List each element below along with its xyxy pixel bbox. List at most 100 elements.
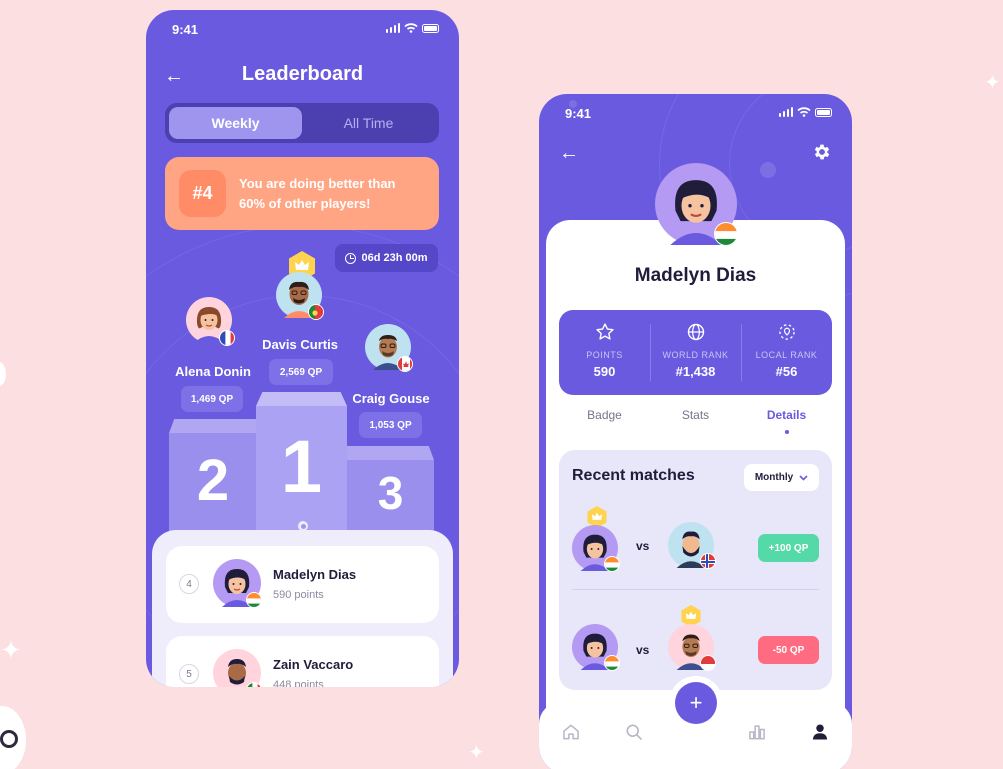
- leaderboard-screen: 9:41 ← Leaderboard Weekly All Time #4 Yo…: [146, 10, 459, 687]
- star-icon: [595, 323, 614, 340]
- timer-text: 06d 23h 00m: [361, 252, 428, 264]
- tab-all-time[interactable]: All Time: [302, 107, 435, 139]
- list-item[interactable]: 5 Zain Vaccaro 448 points: [166, 636, 439, 687]
- signal-icon: [778, 107, 793, 117]
- profile-screen: 9:41 ← Madelyn Dias POINTS 590 WORLD RAN…: [539, 94, 852, 769]
- stat-label: LOCAL RANK: [755, 350, 818, 360]
- tab-badge[interactable]: Badge: [559, 408, 650, 438]
- decorative-dot: [0, 362, 6, 386]
- period-segmented-control: Weekly All Time: [165, 103, 439, 143]
- match-row[interactable]: vs -50 QP: [572, 605, 819, 675]
- profile-avatar[interactable]: [655, 163, 738, 250]
- page-title: Leaderboard: [241, 63, 364, 85]
- podium-points-2: 1,469 QP: [181, 386, 243, 412]
- flag-canada-icon: [397, 356, 413, 372]
- flag-india-icon: [714, 222, 738, 246]
- podium-name-2: Alena Donin: [175, 364, 251, 379]
- avatar-craig-gouse[interactable]: [365, 324, 413, 372]
- home-icon[interactable]: [561, 722, 581, 742]
- avatar-alena-donin[interactable]: [186, 297, 235, 346]
- stat-points: POINTS 590: [559, 322, 650, 383]
- chevron-down-icon: [799, 474, 808, 481]
- match-result: +100 QP: [758, 534, 819, 562]
- podium-points-3: 1,053 QP: [359, 412, 422, 438]
- flag-india-icon: [604, 655, 620, 671]
- list-item[interactable]: 4 Madelyn Dias 590 points: [166, 546, 439, 623]
- stat-world-rank: WORLD RANK #1,438: [650, 322, 741, 383]
- search-icon[interactable]: [624, 722, 644, 742]
- profile-name: Madelyn Dias: [634, 265, 757, 286]
- match-row[interactable]: vs +100 QP: [572, 505, 819, 575]
- podium-top: [256, 392, 347, 406]
- profile-tabs: Badge Stats Details: [559, 408, 832, 438]
- circle-icon: [0, 730, 18, 748]
- location-icon: [778, 324, 795, 340]
- clock-icon: [345, 252, 357, 264]
- flag-france-icon: [219, 330, 235, 346]
- podium-block-1: 1: [256, 392, 347, 542]
- rank-badge: #4: [179, 170, 226, 217]
- back-arrow-icon[interactable]: ←: [559, 143, 579, 163]
- avatar-davis-curtis[interactable]: [276, 272, 324, 320]
- battery-icon: [815, 107, 832, 117]
- tab-weekly[interactable]: Weekly: [169, 107, 302, 139]
- list-name: Zain Vaccaro: [273, 657, 354, 672]
- podium-name-3: Craig Gouse: [352, 391, 430, 406]
- player-avatar: [572, 624, 620, 675]
- status-time: 9:41: [565, 106, 592, 121]
- dropdown-value: Monthly: [754, 472, 794, 483]
- vs-label: vs: [636, 643, 650, 657]
- avatar: [213, 559, 262, 612]
- period-dropdown[interactable]: Monthly: [744, 464, 819, 491]
- vs-label: vs: [636, 539, 650, 553]
- status-bar: 9:41: [146, 20, 459, 40]
- profile-icon[interactable]: [810, 722, 830, 742]
- podium-name-1: Davis Curtis: [262, 337, 338, 352]
- flag-indonesia-icon: [700, 655, 716, 671]
- add-icon: +: [689, 690, 703, 715]
- globe-icon: [687, 323, 704, 341]
- stat-local-rank: LOCAL RANK #56: [741, 322, 832, 383]
- signal-icon: [385, 23, 400, 33]
- status-time: 9:41: [172, 22, 199, 37]
- flag-portugal-icon: [308, 304, 324, 320]
- avatar: [213, 649, 262, 687]
- player-avatar: [572, 525, 620, 576]
- recent-matches-card: Recent matches Monthly vs +100 QP vs -50…: [559, 450, 832, 690]
- decorative-dot: [760, 162, 776, 178]
- opponent-avatar: [668, 522, 716, 573]
- stats-icon[interactable]: [747, 722, 767, 742]
- flag-norway-icon: [700, 553, 716, 569]
- list-points: 590 points: [273, 589, 324, 601]
- gear-icon[interactable]: [812, 142, 832, 162]
- sparkle-icon: ✦: [468, 740, 485, 764]
- stat-value: #56: [775, 364, 798, 379]
- list-points: 448 points: [273, 679, 324, 687]
- list-rank: 4: [179, 574, 199, 594]
- sheet-handle[interactable]: [298, 521, 308, 531]
- battery-icon: [422, 23, 439, 33]
- stat-label: POINTS: [586, 350, 623, 360]
- rank-card: #4 You are doing better than 60% of othe…: [165, 157, 439, 230]
- stats-panel: POINTS 590 WORLD RANK #1,438 LOCAL RANK …: [559, 310, 832, 395]
- divider: [572, 589, 819, 590]
- sparkle-icon: ✦: [984, 70, 1001, 94]
- wifi-icon: [404, 23, 418, 33]
- ranking-list: 4 Madelyn Dias 590 points 5 Zain Vaccaro…: [152, 521, 453, 687]
- podium-top: [347, 446, 434, 460]
- wifi-icon: [797, 107, 811, 117]
- floating-button[interactable]: [0, 706, 26, 769]
- stat-value: #1,438: [675, 364, 716, 379]
- stat-value: 590: [593, 364, 616, 379]
- list-name: Madelyn Dias: [273, 567, 357, 582]
- opponent-avatar: [668, 624, 716, 675]
- list-rank: 5: [179, 664, 199, 684]
- status-bar: 9:41: [539, 104, 852, 124]
- podium-points-1: 2,569 QP: [269, 359, 333, 385]
- flag-india-icon: [246, 592, 262, 608]
- sparkle-icon: ✦: [0, 636, 22, 666]
- tab-details[interactable]: Details: [741, 408, 832, 438]
- tab-stats[interactable]: Stats: [650, 408, 741, 438]
- podium-top: [169, 419, 257, 433]
- add-button[interactable]: +: [675, 682, 717, 724]
